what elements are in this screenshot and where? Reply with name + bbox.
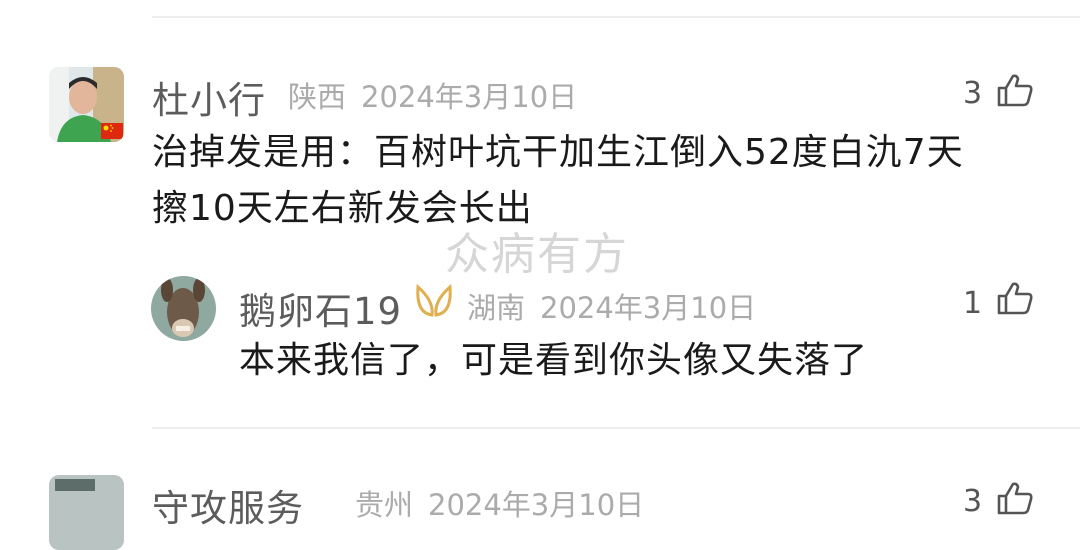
- top-divider: [152, 16, 1080, 18]
- avatar[interactable]: [49, 67, 124, 142]
- avatar[interactable]: [49, 475, 124, 550]
- region-label: 湖南: [467, 291, 526, 325]
- vip-badge-icon: [416, 283, 452, 317]
- like-count: 1: [963, 286, 983, 321]
- avatar[interactable]: [151, 276, 216, 341]
- username[interactable]: 杜小行: [152, 70, 266, 124]
- username[interactable]: 守攻服务: [152, 478, 304, 532]
- username[interactable]: 鹅卵石19: [239, 281, 402, 335]
- region-label: 贵州: [355, 488, 414, 522]
- watermark: 众病有方: [445, 229, 629, 280]
- china-flag-icon: [101, 123, 123, 139]
- divider: [152, 427, 1080, 429]
- comment-date: 2024年3月10日: [540, 291, 757, 325]
- like-count: 3: [963, 76, 983, 111]
- thumbs-up-icon[interactable]: [997, 281, 1033, 315]
- region-label: 陕西: [288, 80, 347, 114]
- comment-date: 2024年3月10日: [361, 80, 578, 114]
- comment-line: 治掉发是用：百树叶坑干加生江倒入52度白氿7天: [152, 132, 964, 173]
- comment-content: 本来我信了，可是看到你头像又失落了: [239, 340, 869, 381]
- comment-date: 2024年3月10日: [428, 488, 645, 522]
- like-count: 3: [963, 484, 983, 519]
- thumbs-up-icon[interactable]: [997, 73, 1033, 107]
- thumbs-up-icon[interactable]: [997, 481, 1033, 515]
